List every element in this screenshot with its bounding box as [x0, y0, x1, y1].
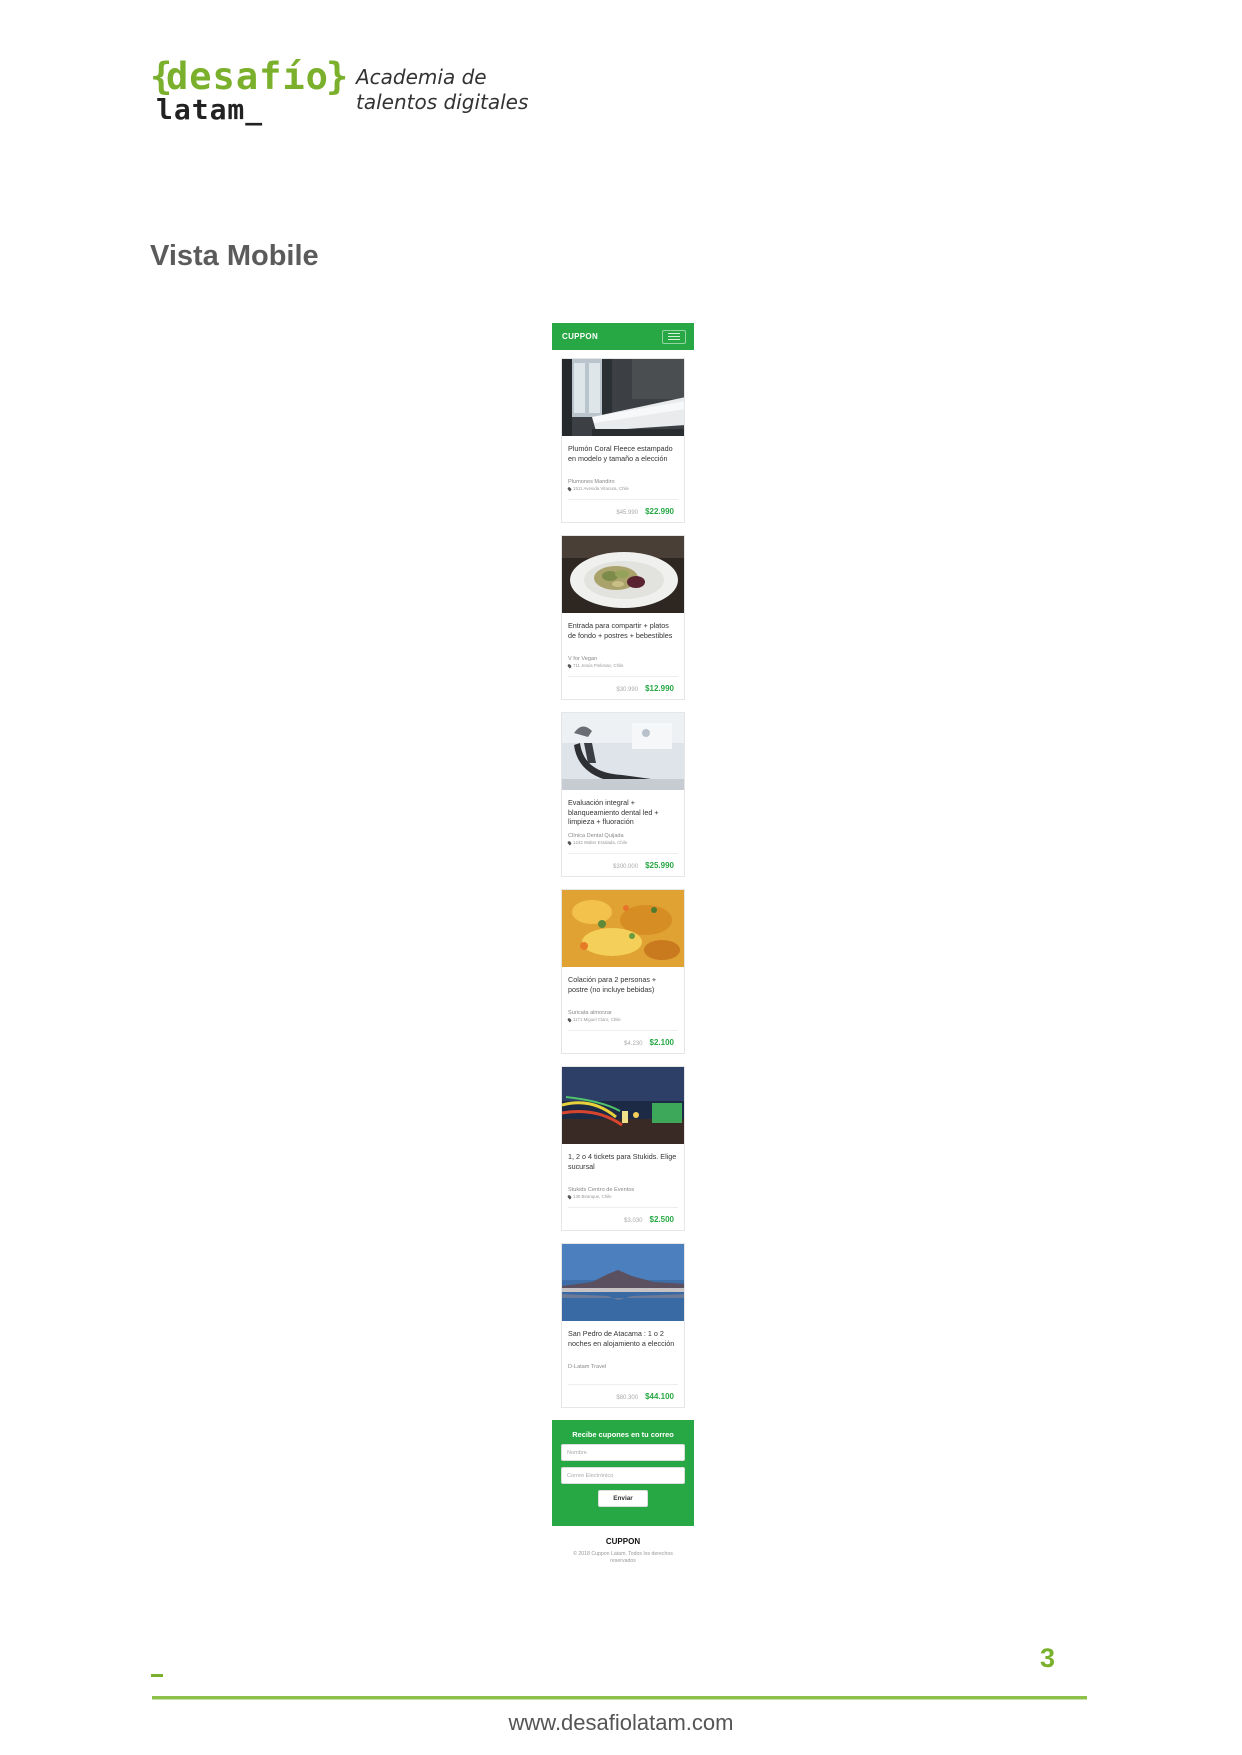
coupon-card[interactable]: 1, 2 o 4 tickets para Stukids. Elige suc…	[561, 1066, 685, 1231]
coupon-address: 130 Biranque, Chile	[567, 1194, 678, 1199]
footer-rule	[152, 1696, 1087, 1700]
old-price: $80.300	[616, 1395, 639, 1401]
coupon-image[interactable]	[562, 359, 684, 436]
coupon-address: 1511 Avenida Vitacura, Chile	[567, 486, 678, 491]
newsletter-form: Recibe cupones en tu correo Enviar	[552, 1420, 694, 1526]
coupon-image[interactable]	[562, 713, 684, 790]
logo-tagline: Academia de talentos digitales	[356, 65, 536, 115]
coupon-address: 1242 Walter Estalada, Chile	[567, 840, 678, 845]
navbar-brand[interactable]: CUPPON	[562, 332, 598, 341]
coupon-prices: $80.300 $44.100	[568, 1384, 678, 1401]
name-field[interactable]	[561, 1444, 685, 1461]
coupon-card[interactable]: Plumón Coral Fleece estampado en modelo …	[561, 358, 685, 523]
coupon-card[interactable]: Colación para 2 personas + postre (no in…	[561, 889, 685, 1054]
new-price: $22.990	[645, 507, 674, 516]
coupon-image[interactable]	[562, 536, 684, 613]
coupon-address: 711 Jesús Pinkman, Chile	[567, 663, 678, 668]
coupon-shop: D-Latam Travel	[568, 1364, 607, 1370]
old-price: $30.990	[616, 687, 639, 693]
old-price: $3.030	[624, 1218, 643, 1224]
coupon-shop: Clínica Dental Quijada	[568, 833, 624, 839]
coupon-title[interactable]: Evaluación integral + blanqueamiento den…	[568, 798, 678, 829]
footer-copyright: © 2018 Cuppon Latam. Todos los derechos …	[573, 1551, 673, 1564]
desafio-latam-logo: { desafío } latam_ Academia de talentos …	[150, 55, 530, 130]
newsletter-title: Recibe cupones en tu correo	[572, 1430, 674, 1439]
old-price: $4.230	[624, 1041, 643, 1047]
new-price: $12.990	[645, 684, 674, 693]
coupon-shop: V for Vegan	[568, 656, 598, 662]
coupon-title[interactable]: Colación para 2 personas + postre (no in…	[568, 975, 678, 1006]
location-pin-icon	[567, 1017, 572, 1022]
old-price: $45.990	[616, 510, 639, 516]
tagline-line-2: talentos digitales	[356, 90, 529, 114]
coupon-prices: $45.990 $22.990	[568, 499, 678, 516]
coupon-address-text: 1511 Avenida Vitacura, Chile	[573, 486, 629, 491]
coupon-shop: Stukids Centro de Eventos	[568, 1187, 635, 1193]
location-pin-icon	[567, 840, 572, 845]
website-url[interactable]: www.desafiolatam.com	[0, 1710, 1242, 1736]
location-pin-icon	[567, 1194, 572, 1199]
footer-dash	[151, 1674, 163, 1677]
coupon-address-text: 1171 Miguel Claro, Chile	[573, 1017, 621, 1022]
coupon-address-text: 711 Jesús Pinkman, Chile	[573, 663, 624, 668]
coupon-list: Plumón Coral Fleece estampado en modelo …	[552, 350, 694, 1408]
coupon-image[interactable]	[562, 1244, 684, 1321]
coupon-body: Entrada para compartir + platos de fondo…	[562, 613, 684, 668]
navbar: CUPPON	[552, 323, 694, 350]
coupon-shop: Suricata almorzar	[568, 1010, 612, 1016]
coupon-image[interactable]	[562, 890, 684, 967]
hamburger-menu-icon[interactable]	[662, 329, 686, 344]
footer-brand: CUPPON	[605, 1537, 641, 1546]
email-field[interactable]	[561, 1467, 685, 1484]
submit-button[interactable]: Enviar	[598, 1490, 648, 1507]
coupon-body: 1, 2 o 4 tickets para Stukids. Elige suc…	[562, 1144, 684, 1199]
coupon-title[interactable]: 1, 2 o 4 tickets para Stukids. Elige suc…	[568, 1152, 678, 1183]
coupon-image[interactable]	[562, 1067, 684, 1144]
coupon-address: 1171 Miguel Claro, Chile	[567, 1017, 678, 1022]
new-price: $25.990	[645, 861, 674, 870]
coupon-prices: $300.000 $25.990	[568, 853, 678, 870]
new-price: $44.100	[645, 1392, 674, 1401]
coupon-card[interactable]: Evaluación integral + blanqueamiento den…	[561, 712, 685, 877]
coupon-body: San Pedro de Atacama : 1 o 2 noches en a…	[562, 1321, 684, 1370]
logo-word: desafío	[166, 55, 329, 98]
section-title: Vista Mobile	[150, 240, 319, 272]
coupon-card[interactable]: Entrada para compartir + platos de fondo…	[561, 535, 685, 700]
coupon-title[interactable]: Entrada para compartir + platos de fondo…	[568, 621, 678, 652]
new-price: $2.100	[649, 1038, 674, 1047]
coupon-address-text: 1242 Walter Estalada, Chile	[573, 840, 628, 845]
logo-brace-right: }	[326, 55, 348, 98]
mobile-mockup: CUPPON Plumón Coral Fleece estampado en …	[552, 323, 694, 1565]
coupon-title[interactable]: Plumón Coral Fleece estampado en modelo …	[568, 444, 678, 475]
coupon-body: Colación para 2 personas + postre (no in…	[562, 967, 684, 1022]
coupon-body: Evaluación integral + blanqueamiento den…	[562, 790, 684, 845]
coupon-prices: $3.030 $2.500	[568, 1207, 678, 1224]
page-number: 3	[1040, 1643, 1056, 1673]
coupon-title[interactable]: San Pedro de Atacama : 1 o 2 noches en a…	[568, 1329, 678, 1360]
location-pin-icon	[567, 486, 572, 491]
coupon-address-text: 130 Biranque, Chile	[573, 1194, 612, 1199]
coupon-prices: $30.990 $12.990	[568, 676, 678, 693]
coupon-prices: $4.230 $2.100	[568, 1030, 678, 1047]
coupon-body: Plumón Coral Fleece estampado en modelo …	[562, 436, 684, 491]
new-price: $2.500	[649, 1215, 674, 1224]
tagline-line-1: Academia de	[356, 65, 487, 89]
coupon-shop: Plumones Mandiro	[568, 479, 615, 485]
location-pin-icon	[567, 663, 572, 668]
logo-sub: latam_	[156, 93, 264, 126]
coupon-card[interactable]: San Pedro de Atacama : 1 o 2 noches en a…	[561, 1243, 685, 1408]
old-price: $300.000	[613, 864, 639, 870]
